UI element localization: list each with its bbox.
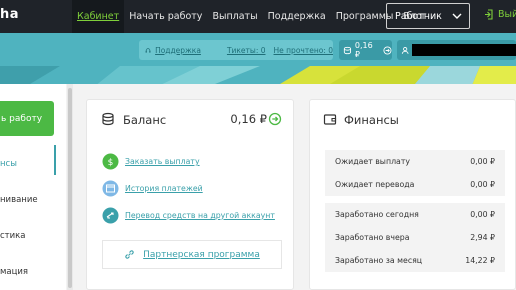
sub-bar: Поддержка Тикеты: 0 Не прочтено: 0 0,16 … — [0, 33, 516, 66]
sidebar-item-3[interactable]: стика — [0, 231, 26, 241]
arrow-right-circle-icon[interactable] — [268, 112, 282, 126]
transfer-action[interactable]: Перевод средств на другой аккаунт — [102, 207, 275, 224]
pending-transfer-value: 0,00 ₽ — [470, 180, 495, 189]
nav-payouts[interactable]: Выплаты — [207, 0, 262, 33]
user-icon — [401, 46, 409, 54]
sidebar-item-4[interactable]: мация — [0, 267, 28, 277]
transfer-icon — [102, 207, 119, 224]
earned-today-label: Заработано сегодня — [335, 210, 419, 219]
finance-card: Финансы Ожидает выплату 0,00 ₽ Ожидает п… — [309, 99, 516, 290]
main-nav: Кабинет Начать работу Выплаты Поддержка … — [72, 0, 432, 33]
payout-icon: $ — [102, 153, 119, 170]
balance-title: Баланс — [123, 113, 167, 127]
partner-program-button[interactable]: Партнерская программа — [102, 240, 282, 269]
redacted-username — [412, 44, 516, 56]
earned-month-value: 14,22 ₽ — [465, 256, 495, 265]
coins-icon — [343, 46, 352, 54]
headset-icon — [145, 47, 151, 53]
chevron-down-icon — [452, 13, 462, 19]
balance-amount: 0,16 ₽ — [230, 112, 267, 126]
start-work-button[interactable]: ь работу — [0, 101, 54, 136]
nav-cabinet[interactable]: Кабинет — [72, 0, 125, 33]
logout-icon — [485, 9, 493, 20]
calendar-icon — [102, 180, 119, 197]
order-payout-link[interactable]: Заказать выплату — [125, 157, 200, 166]
balance-card: Баланс 0,16 ₽ $ Заказать выплату История… — [86, 99, 294, 290]
link-icon — [125, 250, 134, 259]
tickets-link[interactable]: Тикеты: 0 — [227, 46, 266, 55]
pending-payout-row: Ожидает выплату 0,00 ₽ — [325, 150, 505, 173]
finance-title: Финансы — [344, 113, 399, 127]
earned-yesterday-row: Заработано вчера 2,94 ₽ — [325, 226, 505, 249]
balance-value: 0,16 ₽ — [354, 41, 373, 59]
payment-history-action[interactable]: История платежей — [102, 180, 203, 197]
sidebar-item-2[interactable]: нивание — [0, 195, 38, 205]
svg-text:$: $ — [108, 158, 114, 168]
role-select-value: Работник — [395, 10, 442, 22]
order-payout-action[interactable]: $ Заказать выплату — [102, 153, 200, 170]
transfer-link[interactable]: Перевод средств на другой аккаунт — [125, 211, 275, 220]
arrow-right-circle-icon — [383, 45, 392, 55]
earned-yesterday-label: Заработано вчера — [335, 233, 410, 242]
sidebar-scrollbar-thumb[interactable] — [68, 88, 72, 288]
nav-start-work[interactable]: Начать работу — [124, 0, 207, 33]
role-select[interactable]: Работник — [386, 3, 470, 29]
earnings-group: Заработано сегодня 0,00 ₽ Заработано вче… — [325, 203, 505, 272]
earned-month-row: Заработано за месяц 14,22 ₽ — [325, 249, 505, 272]
unread-link[interactable]: Не прочтено: 0 — [274, 46, 333, 55]
logo[interactable]: ha — [0, 7, 19, 22]
pending-transfer-row: Ожидает перевода 0,00 ₽ — [325, 173, 505, 196]
pending-group: Ожидает выплату 0,00 ₽ Ожидает перевода … — [325, 150, 505, 196]
balance-pill[interactable]: 0,16 ₽ — [339, 40, 392, 60]
support-link[interactable]: Поддержка — [155, 46, 201, 55]
earned-today-row: Заработано сегодня 0,00 ₽ — [325, 203, 505, 226]
sidebar-item-finance[interactable]: нсы — [0, 159, 17, 169]
sidebar-active-indicator — [54, 145, 56, 175]
pending-payout-value: 0,00 ₽ — [470, 157, 495, 166]
coins-icon — [102, 112, 114, 126]
earned-yesterday-value: 2,94 ₽ — [470, 233, 495, 242]
payment-history-link[interactable]: История платежей — [125, 184, 203, 193]
logout-label: Вый — [498, 9, 516, 20]
earned-today-value: 0,00 ₽ — [470, 210, 495, 219]
pending-transfer-label: Ожидает перевода — [335, 180, 415, 189]
pending-payout-label: Ожидает выплату — [335, 157, 410, 166]
user-pill[interactable] — [397, 40, 516, 60]
nav-support[interactable]: Поддержка — [263, 0, 331, 33]
wallet-icon — [323, 114, 337, 125]
logout-link[interactable]: Вый — [484, 9, 516, 20]
support-pill: Поддержка Тикеты: 0 Не прочтено: 0 — [139, 40, 333, 60]
earned-month-label: Заработано за месяц — [335, 256, 423, 265]
top-navbar: ha Кабинет Начать работу Выплаты Поддерж… — [0, 0, 516, 33]
partner-program-label: Партнерская программа — [143, 249, 260, 260]
